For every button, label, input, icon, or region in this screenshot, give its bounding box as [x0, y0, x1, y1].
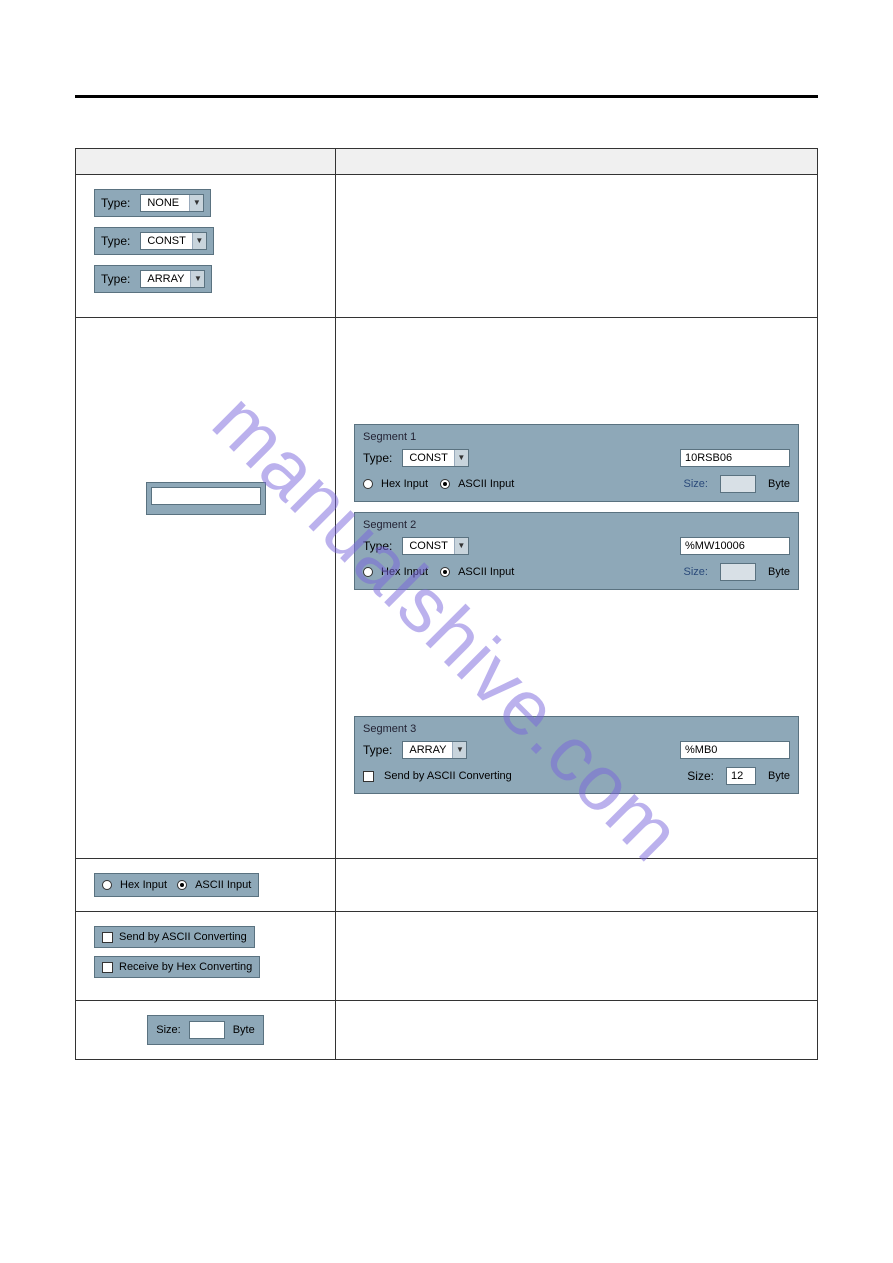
size-input[interactable]: [189, 1021, 225, 1039]
seg3-size-input[interactable]: 12: [726, 767, 756, 785]
seg1-hex-radio[interactable]: Hex Input: [363, 478, 428, 490]
segment-title: Segment 3: [363, 723, 790, 735]
left-text-wrapper: [146, 482, 266, 515]
chevron-down-icon[interactable]: ▼: [190, 271, 204, 287]
type-row-const: Type: CONST ▼: [94, 227, 214, 255]
left-text-input[interactable]: [151, 487, 261, 505]
seg1-ascii-radio[interactable]: ASCII Input: [440, 478, 514, 490]
chevron-down-icon[interactable]: ▼: [192, 233, 206, 249]
seg3-type-select[interactable]: ARRAY ▼: [402, 741, 467, 759]
seg2-hex-radio[interactable]: Hex Input: [363, 566, 428, 578]
seg1-size-input: [720, 475, 756, 493]
send-ascii-checkbox[interactable]: Send by ASCII Converting: [94, 926, 255, 948]
size-label: Size:: [156, 1024, 180, 1036]
ascii-radio[interactable]: ASCII Input: [177, 879, 251, 891]
type-select-none[interactable]: NONE ▼: [140, 194, 204, 212]
type-row-none: Type: NONE ▼: [94, 189, 211, 217]
divider-top: [75, 95, 818, 98]
segment-1-panel: Segment 1 Type: CONST ▼ 10RSB06: [354, 424, 799, 502]
segment-3-panel: Segment 3 Type: ARRAY ▼ %MB0: [354, 716, 799, 794]
table-row: Hex Input ASCII Input: [76, 859, 818, 912]
type-label: Type:: [363, 451, 392, 465]
type-label: Type:: [101, 196, 130, 210]
byte-label: Byte: [768, 566, 790, 578]
table-row: Send by ASCII Converting Receive by Hex …: [76, 912, 818, 1001]
chevron-down-icon[interactable]: ▼: [189, 195, 203, 211]
byte-label: Byte: [768, 478, 790, 490]
segment-title: Segment 1: [363, 431, 790, 443]
table-row: Size: Byte: [76, 1001, 818, 1060]
seg2-ascii-radio[interactable]: ASCII Input: [440, 566, 514, 578]
type-label: Type:: [101, 272, 130, 286]
table-row: Type: NONE ▼ Type: CONST ▼: [76, 175, 818, 318]
hex-ascii-row: Hex Input ASCII Input: [94, 873, 259, 897]
seg2-value-input[interactable]: %MW10006: [680, 537, 790, 555]
size-label: Size:: [684, 566, 708, 578]
type-select-array[interactable]: ARRAY ▼: [140, 270, 205, 288]
chevron-down-icon[interactable]: ▼: [452, 742, 466, 758]
receive-hex-checkbox[interactable]: Receive by Hex Converting: [94, 956, 260, 978]
type-row-array: Type: ARRAY ▼: [94, 265, 212, 293]
size-row: Size: Byte: [147, 1015, 263, 1045]
hex-radio[interactable]: Hex Input: [102, 879, 167, 891]
size-label: Size:: [684, 478, 708, 490]
chevron-down-icon[interactable]: ▼: [454, 538, 468, 554]
main-table: Type: NONE ▼ Type: CONST ▼: [75, 148, 818, 1060]
seg3-conv-checkbox[interactable]: Send by ASCII Converting: [363, 770, 512, 782]
table-row: Segment 1 Type: CONST ▼ 10RSB06: [76, 318, 818, 859]
segment-2-panel: Segment 2 Type: CONST ▼ %MW10006: [354, 512, 799, 590]
byte-label: Byte: [768, 770, 790, 782]
type-label: Type:: [363, 743, 392, 757]
seg3-value-input[interactable]: %MB0: [680, 741, 790, 759]
seg2-type-select[interactable]: CONST ▼: [402, 537, 469, 555]
type-label: Type:: [101, 234, 130, 248]
seg1-value-input[interactable]: 10RSB06: [680, 449, 790, 467]
type-label: Type:: [363, 539, 392, 553]
seg1-type-select[interactable]: CONST ▼: [402, 449, 469, 467]
byte-label: Byte: [233, 1024, 255, 1036]
chevron-down-icon[interactable]: ▼: [454, 450, 468, 466]
segment-title: Segment 2: [363, 519, 790, 531]
size-label: Size:: [687, 769, 714, 783]
seg2-size-input: [720, 563, 756, 581]
table-header-row: [76, 149, 818, 175]
type-select-const[interactable]: CONST ▼: [140, 232, 207, 250]
